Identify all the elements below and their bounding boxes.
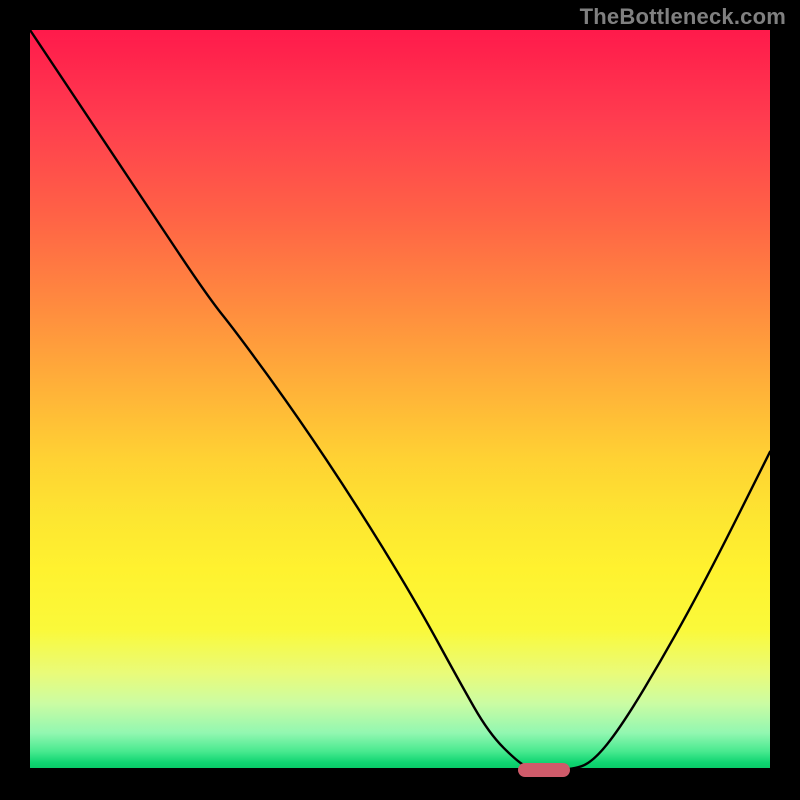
watermark-text: TheBottleneck.com — [580, 4, 786, 30]
bottleneck-curve — [30, 30, 770, 770]
chart-frame: TheBottleneck.com — [0, 0, 800, 800]
optimal-zone-marker — [518, 763, 570, 777]
x-axis-baseline — [30, 768, 770, 770]
